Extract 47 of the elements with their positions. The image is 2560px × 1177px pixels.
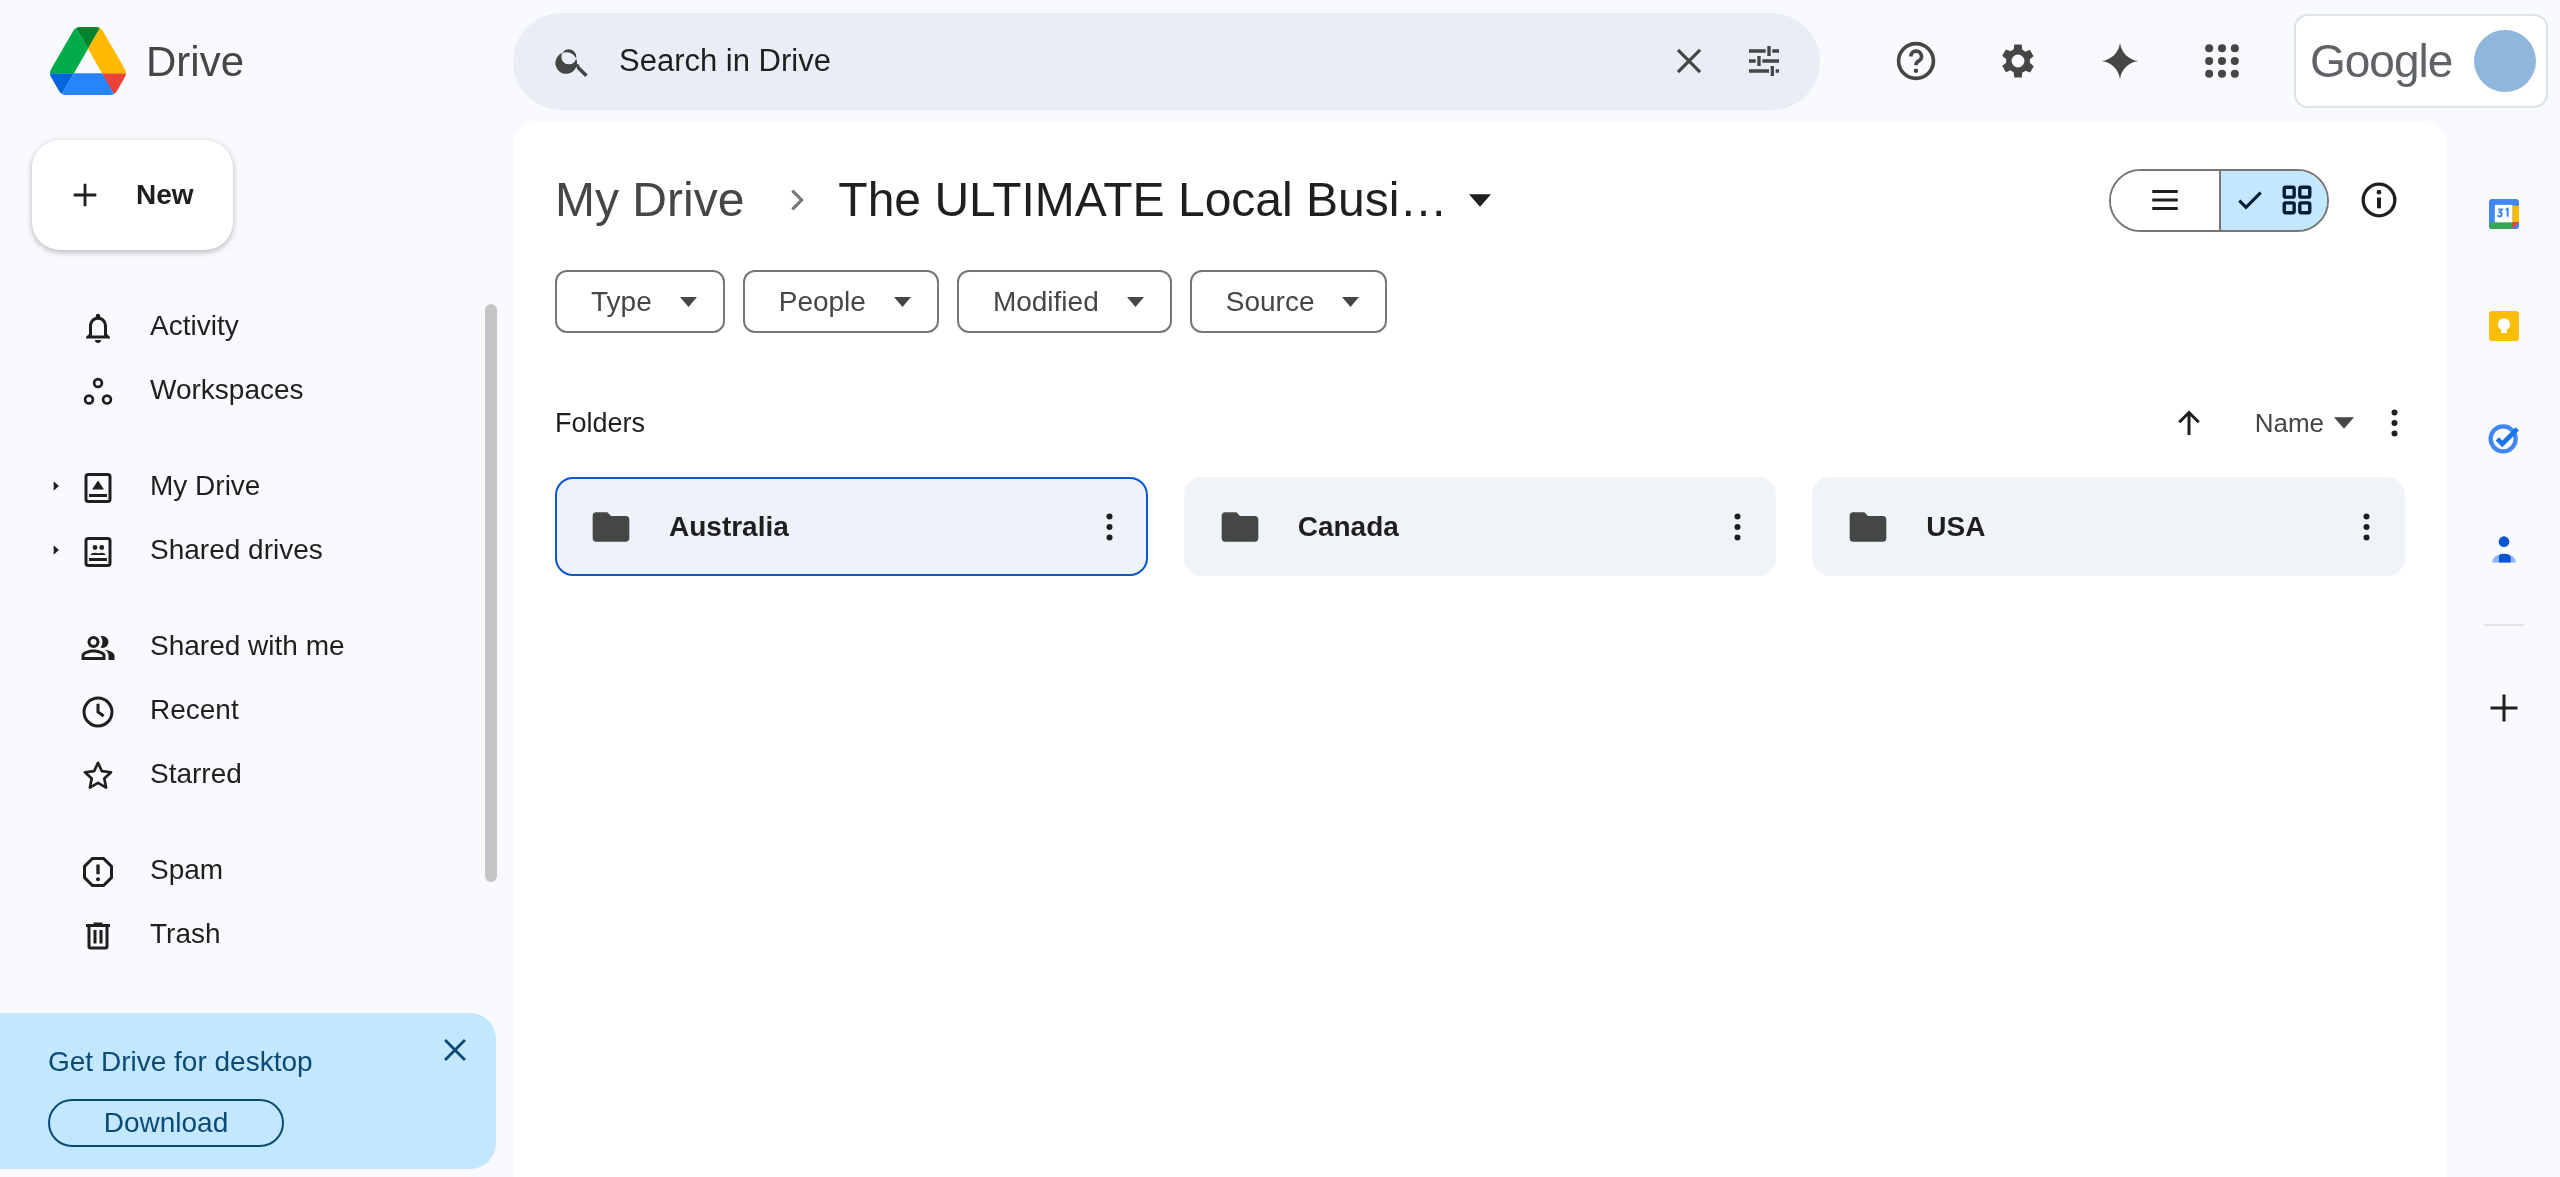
help-icon [1894,39,1938,83]
filter-chip[interactable]: Source [1189,270,1388,333]
folder-name: Australia [669,509,790,544]
more-vertical-icon [2362,511,2371,542]
caret-down-icon [679,296,697,307]
caret-down-icon [1342,296,1360,307]
filter-chip[interactable]: People [742,270,939,333]
sort-button[interactable]: Name [2248,402,2360,444]
caret-down-icon [1126,296,1144,307]
caret-down-icon [1469,193,1492,207]
info-icon [2359,180,2399,220]
chevron-right-icon [790,188,805,212]
section-title: Folders [555,406,646,440]
nav-item[interactable]: Trash [0,902,485,966]
nav-item[interactable]: Shared with me [0,614,485,678]
nav-item[interactable]: My Drive [0,454,485,518]
folder-card[interactable]: Australia [555,477,1148,576]
nav-item[interactable]: Activity [0,294,485,358]
filter-chip[interactable]: Type [555,270,725,333]
nav-item[interactable]: Workspaces [0,358,485,422]
download-button[interactable]: Download [48,1099,284,1147]
folder-name: USA [1926,509,1987,544]
caret-down-icon [893,296,911,307]
nav-item[interactable]: Spam [0,838,485,902]
promo-title: Get Drive for desktop [48,1045,313,1079]
nav-item[interactable]: Recent [0,678,485,742]
search-field[interactable]: Search in Drive [617,36,1640,86]
filter-chip[interactable]: Modified [956,270,1172,333]
brand-wordmark: Google [2310,33,2453,89]
account-button[interactable]: Google [2294,14,2548,108]
app-name: Drive [146,36,244,87]
grid-icon [2280,183,2314,217]
current-folder-button[interactable]: The ULTIMATE Local Busi… [838,164,1492,236]
search-bar[interactable]: Search in Drive [513,12,1820,110]
caret-down-icon [2334,417,2354,429]
grid-view-button[interactable] [2219,170,2327,230]
scrollbar-thumb[interactable] [485,304,497,882]
nav-item[interactable]: Shared drives [0,518,485,582]
more-vertical-icon [1104,511,1114,542]
nav-item[interactable]: Starred [0,742,485,806]
new-button[interactable]: New [32,140,233,250]
folder-name: Canada [1297,509,1400,544]
folder-card[interactable]: Canada [1183,477,1777,576]
more-vertical-icon [1733,511,1743,542]
breadcrumb-link[interactable]: My Drive [555,164,745,236]
more-vertical-icon [2390,408,2399,438]
folder-card[interactable]: USA [1812,477,2405,576]
